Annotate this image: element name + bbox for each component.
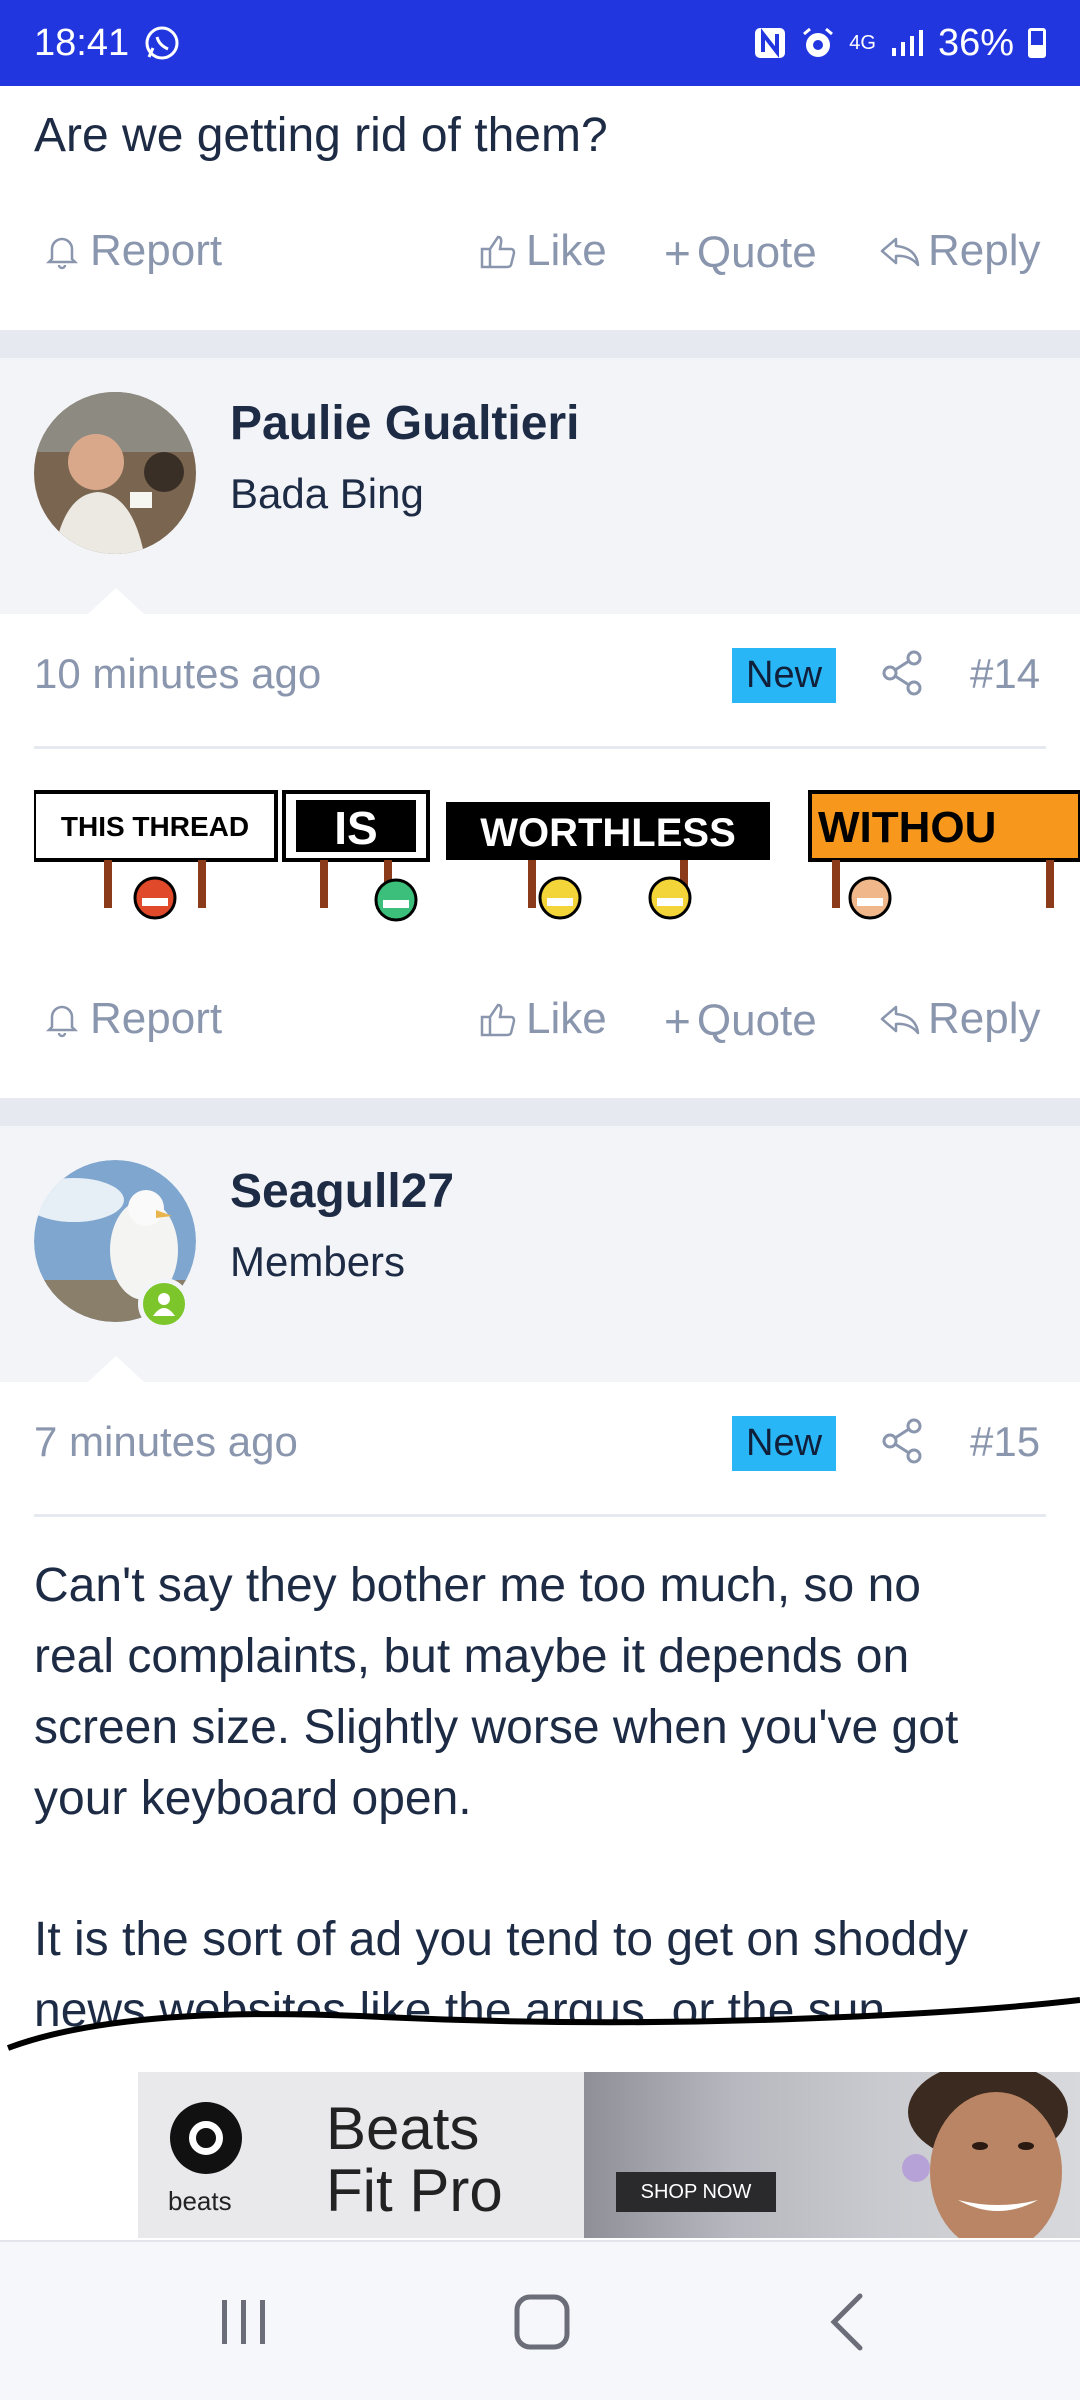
shop-now-button[interactable]: SHOP NOW	[616, 2172, 776, 2212]
sign-text-3: WORTHLESS	[480, 811, 736, 855]
reply-arrow-icon	[880, 1005, 920, 1035]
signal-icon	[891, 30, 923, 56]
whatsapp-icon	[145, 26, 179, 60]
ad-curve-edge	[0, 1996, 1080, 2066]
recent-apps-icon[interactable]	[214, 2294, 274, 2350]
status-time: 18:41	[34, 21, 130, 64]
share-icon[interactable]	[880, 1416, 926, 1466]
post-number[interactable]: #15	[970, 1418, 1040, 1466]
beats-advertisement[interactable]: beats Beats Fit Pro SHOP NOW	[138, 2072, 1080, 2238]
reply-button[interactable]: Reply	[878, 226, 1041, 276]
quote-button[interactable]: + Quote	[664, 994, 817, 1048]
online-status-icon	[138, 1278, 190, 1330]
new-badge: New	[732, 1416, 837, 1471]
back-icon[interactable]	[824, 2292, 874, 2352]
post-author-block: Seagull27 Members	[0, 1126, 1080, 1382]
post-time[interactable]: 7 minutes ago	[34, 1418, 298, 1466]
post-meta: 10 minutes ago New #14	[0, 622, 1080, 732]
post-separator	[0, 1098, 1080, 1126]
beats-logo-icon	[170, 2102, 242, 2174]
post-actions: Report Like + Quote Reply	[0, 212, 1080, 292]
meta-divider	[34, 746, 1046, 749]
post-number[interactable]: #14	[970, 650, 1040, 698]
new-badge: New	[732, 648, 837, 703]
nfc-icon	[755, 28, 786, 58]
alarm-icon	[803, 27, 834, 57]
thumbs-up-icon	[480, 235, 516, 269]
author-title: Members	[230, 1238, 406, 1285]
share-icon[interactable]	[880, 648, 926, 698]
post-author-block: Paulie Gualtieri Bada Bing	[0, 358, 1080, 614]
forum-thread-page: 18:41 4G 36% Are we getting rid of them?…	[0, 0, 1080, 2400]
bell-icon	[45, 237, 79, 270]
ad-model-photo	[902, 2072, 1068, 2238]
meta-divider	[34, 1514, 1046, 1517]
post-separator	[0, 330, 1080, 358]
thumbs-up-icon	[480, 1003, 516, 1037]
author-name[interactable]: Seagull27	[230, 1164, 454, 1219]
avatar[interactable]	[34, 392, 196, 554]
post-time[interactable]: 10 minutes ago	[34, 650, 321, 698]
post-body-paragraph: Can't say they bother me too much, so no…	[34, 1559, 959, 1825]
system-navigation-bar	[0, 2240, 1080, 2400]
speech-notch	[88, 588, 144, 614]
reply-arrow-icon	[880, 237, 920, 267]
sign-text-4: WITHOU	[818, 803, 996, 852]
reply-button[interactable]: Reply	[878, 994, 1041, 1044]
ad-brand: beats	[168, 2186, 232, 2216]
sign-text-1: THIS THREAD	[61, 811, 249, 842]
speech-notch	[88, 1356, 144, 1382]
like-button[interactable]: Like	[476, 994, 607, 1044]
previous-post-text: Are we getting rid of them?	[34, 109, 608, 162]
plus-icon: +	[664, 227, 691, 279]
avatar[interactable]	[34, 1160, 196, 1330]
network-type: 4G	[849, 31, 876, 54]
battery-percent: 36%	[937, 21, 1014, 64]
quote-button[interactable]: + Quote	[664, 226, 817, 280]
sign-text-2: IS	[334, 802, 377, 854]
author-title: Bada Bing	[230, 470, 424, 517]
author-name[interactable]: Paulie Gualtieri	[230, 396, 579, 451]
status-bar: 18:41 4G 36%	[0, 0, 1080, 86]
sign-banner-image: THIS THREAD IS WORTHLESS WITHOU	[34, 790, 1080, 922]
bell-icon	[45, 1005, 79, 1038]
battery-icon	[1028, 28, 1046, 58]
ad-headline-2: Fit Pro	[326, 2157, 503, 2224]
post-meta: 7 minutes ago New #15	[0, 1390, 1080, 1500]
ad-headline-1: Beats	[326, 2095, 480, 2162]
plus-icon: +	[664, 995, 691, 1047]
home-icon[interactable]	[512, 2292, 572, 2352]
like-button[interactable]: Like	[476, 226, 607, 276]
report-button[interactable]: Report	[40, 994, 222, 1044]
report-button[interactable]: Report	[40, 226, 222, 276]
post-actions: Report Like + Quote Reply	[0, 980, 1080, 1060]
